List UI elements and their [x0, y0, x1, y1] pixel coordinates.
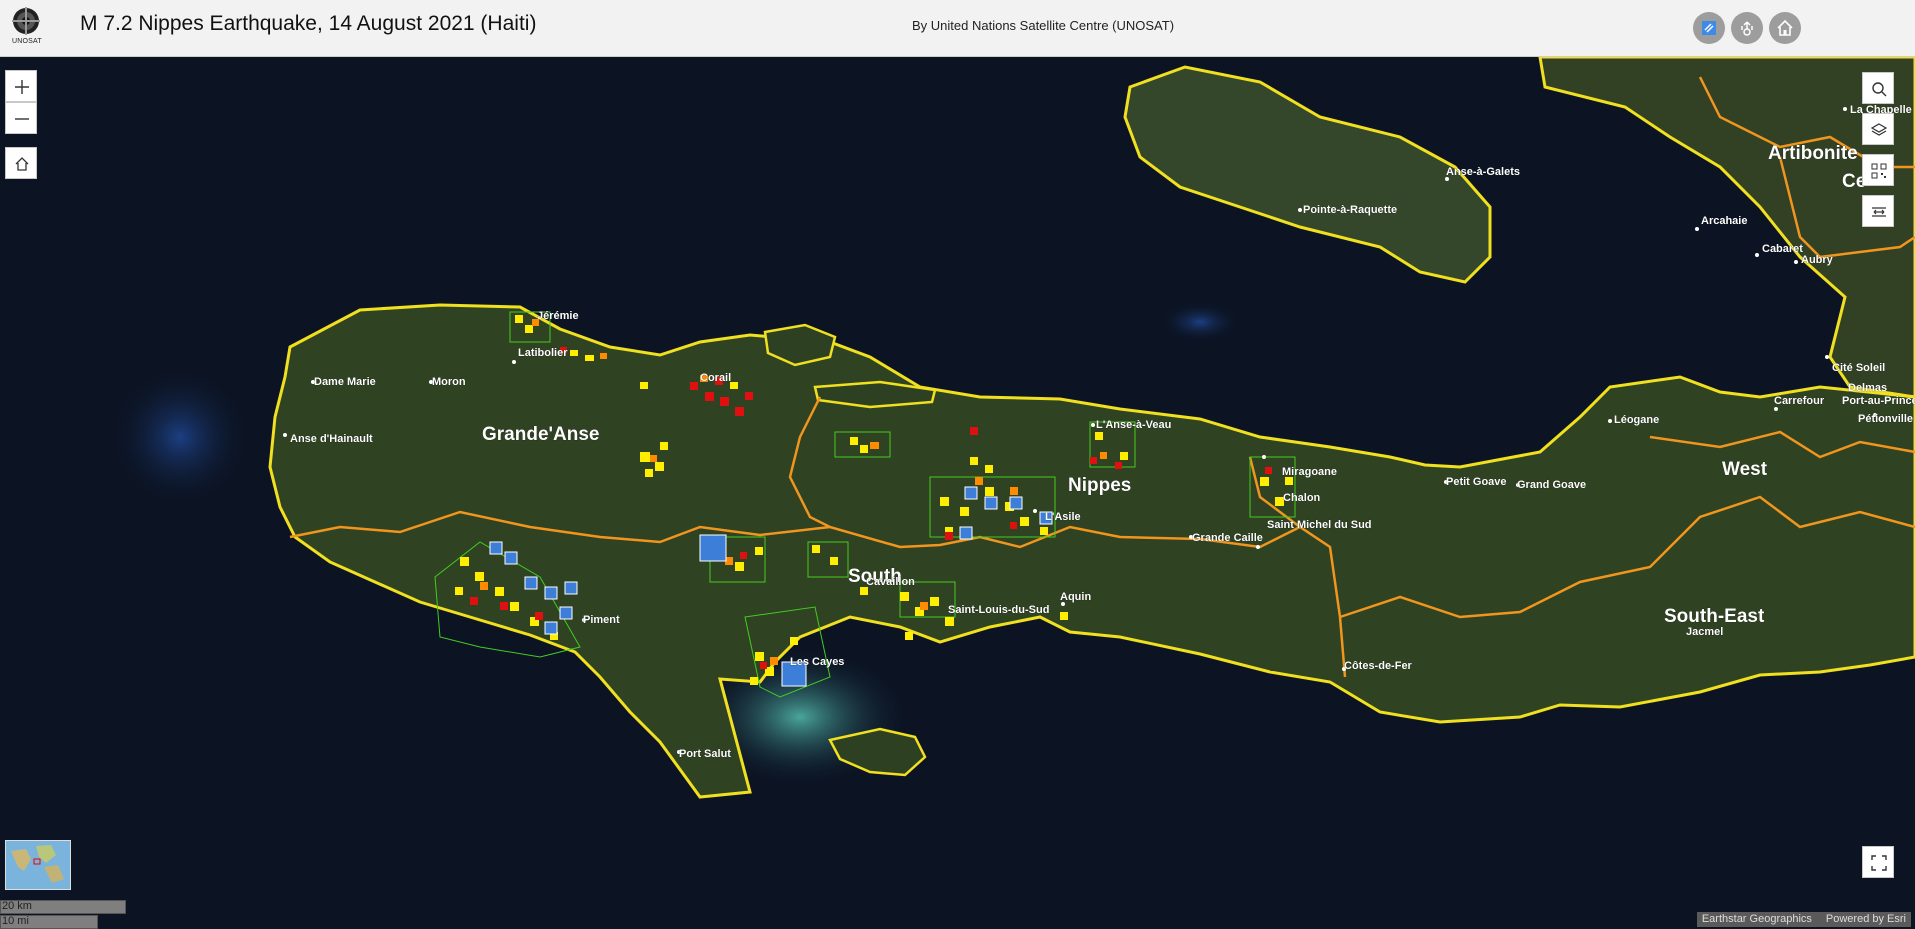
- layers-icon: [1871, 123, 1887, 136]
- town-label: Petit Goave: [1446, 476, 1507, 488]
- town-label: Pointe-à-Raquette: [1303, 204, 1397, 216]
- town-label: Moron: [432, 376, 466, 388]
- town-label: Pétionville: [1858, 413, 1913, 425]
- town-label: Jérémie: [537, 310, 579, 322]
- town-label: Miragoane: [1282, 466, 1337, 478]
- town-label: Grande Caille: [1192, 532, 1263, 544]
- home-icon: [1777, 19, 1793, 36]
- share-icon: [1741, 21, 1753, 36]
- page-title: M 7.2 Nippes Earthquake, 14 August 2021 …: [80, 12, 537, 35]
- town-label: Aubry: [1801, 254, 1834, 266]
- town-label: L'Anse-à-Veau: [1096, 419, 1171, 431]
- town-label: Corail: [700, 372, 731, 384]
- unosat-icon: [1702, 21, 1716, 35]
- town-label: Saint-Louis-du-Sud: [948, 604, 1049, 616]
- attribution-imagery: Earthstar Geographics: [1701, 913, 1812, 925]
- map-view[interactable]: Grande'Anse Nippes South West South-East…: [0, 57, 1915, 929]
- town-label: Delmas: [1848, 382, 1887, 394]
- plus-icon: [15, 80, 29, 94]
- overview-map[interactable]: [5, 840, 71, 890]
- town-label: Grand Goave: [1517, 479, 1586, 491]
- department-label-artibonite: Artibonite: [1768, 143, 1858, 164]
- share-button[interactable]: [1731, 12, 1763, 44]
- qr-code-icon: [1871, 163, 1887, 179]
- page-subtitle: By United Nations Satellite Centre (UNOS…: [912, 18, 1175, 33]
- town-label: L'Asile: [1045, 511, 1081, 523]
- department-label-south-east: South-East: [1664, 606, 1765, 627]
- town-label: Cité Soleil: [1832, 362, 1885, 374]
- attribution-powered-by: Powered by Esri: [1825, 913, 1906, 925]
- town-label: Port Salut: [679, 748, 731, 760]
- town-label: Côtes-de-Fer: [1344, 660, 1413, 672]
- swipe-icon: [1872, 207, 1886, 217]
- town-label: Chalon: [1283, 492, 1321, 504]
- map-attribution: Earthstar Geographics Powered by Esri: [1696, 912, 1911, 927]
- scalebar-km: 20 km: [0, 900, 126, 914]
- town-label: Port-au-Prince: [1842, 395, 1915, 407]
- zoom-out-button[interactable]: [5, 102, 37, 134]
- town-label: Latibolier: [518, 347, 568, 359]
- town-label: Aquin: [1060, 591, 1091, 603]
- town-label: Cabaret: [1762, 243, 1803, 255]
- logo-text: UNOSAT: [12, 38, 42, 45]
- town-label: Piment: [583, 614, 620, 626]
- zoom-in-button[interactable]: [5, 70, 37, 102]
- search-button[interactable]: [1862, 72, 1894, 104]
- scalebar-mi: 10 mi: [0, 915, 98, 929]
- swipe-button[interactable]: [1862, 195, 1894, 227]
- town-label: Carrefour: [1774, 395, 1825, 407]
- qr-code-button[interactable]: [1862, 154, 1894, 186]
- app-header: UNOSAT M 7.2 Nippes Earthquake, 14 Augus…: [0, 0, 1915, 57]
- town-label: Saint Michel du Sud: [1267, 519, 1372, 531]
- department-label-west: West: [1722, 459, 1768, 480]
- town-label: Léogane: [1614, 414, 1659, 426]
- unosat-logo-button[interactable]: [1693, 12, 1725, 44]
- default-extent-button[interactable]: [5, 147, 37, 179]
- satellite-basemap: Grande'Anse Nippes South West South-East…: [0, 57, 1915, 929]
- layers-button[interactable]: [1862, 113, 1894, 145]
- town-label: Anse d'Hainault: [290, 433, 373, 445]
- search-icon: [1872, 82, 1887, 97]
- department-label-nippes: Nippes: [1068, 475, 1131, 496]
- town-label: Arcahaie: [1701, 215, 1747, 227]
- town-label: Anse-à-Galets: [1446, 166, 1520, 178]
- fullscreen-button[interactable]: [1862, 846, 1894, 878]
- town-label: Cavaillon: [866, 576, 915, 588]
- town-label: Les Cayes: [790, 656, 844, 668]
- home-button[interactable]: [1769, 12, 1801, 44]
- home-icon: [15, 157, 29, 171]
- minus-icon: [15, 118, 29, 120]
- fullscreen-icon: [1871, 855, 1887, 871]
- department-label-grande-anse: Grande'Anse: [482, 424, 600, 445]
- town-label: Dame Marie: [314, 376, 376, 388]
- town-label: Jacmel: [1686, 626, 1723, 638]
